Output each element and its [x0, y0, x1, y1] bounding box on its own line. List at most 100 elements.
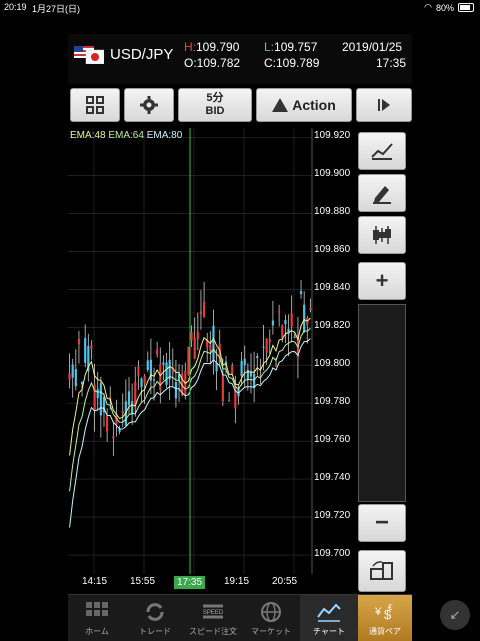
action-label: Action: [292, 97, 336, 113]
candle: [243, 358, 246, 366]
candlestick-icon: [373, 226, 391, 244]
collapse-button[interactable]: ↙: [440, 600, 470, 630]
indicator-button[interactable]: [358, 216, 406, 254]
candle: [249, 371, 253, 377]
candle: [309, 308, 312, 311]
open-value: 109.782: [196, 56, 241, 70]
candle: [221, 373, 224, 402]
candle: [121, 410, 124, 414]
candle: [131, 401, 134, 415]
price-chart[interactable]: EMA:48 EMA:64 EMA:80 109.920 109.900 109.8…: [68, 128, 358, 574]
chart-type-button[interactable]: [358, 132, 406, 170]
zoom-slider[interactable]: [358, 304, 406, 502]
y-tick-label: 109.860: [314, 244, 351, 256]
x-tick-selected: 17:35: [174, 576, 206, 589]
zoom-out-button[interactable]: −: [358, 504, 406, 542]
action-button[interactable]: Action: [256, 88, 352, 122]
candle: [293, 336, 296, 338]
ema64-label: EMA:64: [108, 130, 144, 141]
settings-button[interactable]: [124, 88, 174, 122]
usd-jpy-flag-icon: [74, 46, 104, 64]
tab-trade[interactable]: トレード: [126, 595, 184, 641]
tab-chart[interactable]: チャート: [300, 595, 358, 641]
candle: [71, 364, 74, 378]
candle: [246, 369, 249, 380]
candle: [303, 304, 306, 332]
play-button[interactable]: [356, 88, 412, 122]
layout-button[interactable]: [70, 88, 120, 122]
x-tick: 15:55: [130, 576, 156, 587]
price-type-label: BID: [205, 105, 225, 117]
close-label: C:: [264, 56, 276, 70]
wifi-icon: ◠: [424, 2, 432, 12]
candle: [112, 436, 115, 439]
candle: [156, 349, 159, 355]
high-label: H:: [184, 40, 196, 54]
tab-market[interactable]: マーケット: [242, 595, 300, 641]
status-time: 20:19: [4, 2, 27, 12]
candle: [281, 325, 284, 338]
battery-icon: [458, 3, 474, 12]
tab-label: ホーム: [85, 627, 109, 636]
x-tick: 19:15: [224, 576, 250, 587]
quote-header: USD/JPY H:109.790 O:109.782 L:109.757 C:…: [68, 34, 412, 84]
status-battery: 80%: [435, 2, 454, 13]
candle: [231, 365, 234, 375]
app-window: USD/JPY H:109.790 O:109.782 L:109.757 C:…: [68, 14, 412, 641]
svg-text:SPEED: SPEED: [203, 610, 224, 616]
low-label: L:: [264, 40, 275, 54]
pair-label[interactable]: USD/JPY: [110, 46, 173, 63]
candle: [274, 363, 278, 365]
y-tick-label: 109.900: [314, 168, 351, 180]
globe-icon: [261, 602, 281, 622]
candle: [196, 331, 199, 340]
candle: [99, 383, 102, 416]
grid-icon: [86, 602, 108, 616]
ema80-label: EMA:80: [146, 130, 183, 141]
draw-tool-button[interactable]: [358, 174, 406, 212]
low-value: 109.757: [274, 40, 318, 54]
candle: [284, 319, 287, 325]
interval-button[interactable]: 5分 BID: [178, 88, 252, 122]
status-right: ◠ 80%: [424, 2, 474, 13]
candle: [159, 364, 162, 391]
gear-icon: [140, 96, 158, 114]
candle: [127, 391, 131, 406]
tab-speed-order[interactable]: SPEED スピード注文: [184, 595, 242, 641]
candle: [165, 362, 168, 385]
svg-text:€: €: [388, 603, 393, 612]
candle: [174, 382, 178, 399]
grid-icon: [86, 96, 104, 114]
candle: [190, 332, 193, 341]
tab-currency-pair[interactable]: ¥ $ € 通貨ペア: [358, 595, 412, 641]
candle: [202, 302, 206, 318]
zoom-in-button[interactable]: +: [358, 262, 406, 300]
candle: [209, 344, 212, 352]
y-tick-label: 109.820: [314, 320, 351, 332]
chart-icon: [317, 603, 341, 622]
pencil-icon: [373, 186, 391, 204]
candle: [256, 356, 259, 358]
candle: [152, 379, 156, 381]
candle: [140, 378, 143, 388]
high-value: 109.790: [196, 40, 240, 54]
candle: [187, 346, 190, 375]
rotate-device-icon: [370, 561, 393, 580]
candle: [265, 338, 268, 353]
tab-label: トレード: [139, 627, 171, 636]
y-tick-label: 109.740: [314, 472, 351, 484]
ema-legend: EMA:48 EMA:64 EMA:80: [70, 130, 182, 141]
tab-label: 通貨ペア: [369, 627, 401, 636]
tab-home[interactable]: ホーム: [68, 595, 126, 641]
candle: [146, 360, 149, 371]
ema48-label: EMA:48: [70, 130, 106, 141]
chart-canvas[interactable]: [68, 128, 358, 574]
candle: [271, 320, 274, 326]
candle: [240, 361, 243, 377]
open-quote: O:109.782: [184, 56, 240, 70]
bar-chart-icon: [371, 143, 393, 160]
svg-text:¥: ¥: [374, 606, 382, 618]
y-tick-label: 109.920: [314, 130, 351, 142]
refresh-icon: [146, 603, 164, 621]
rotate-button[interactable]: [358, 550, 406, 592]
